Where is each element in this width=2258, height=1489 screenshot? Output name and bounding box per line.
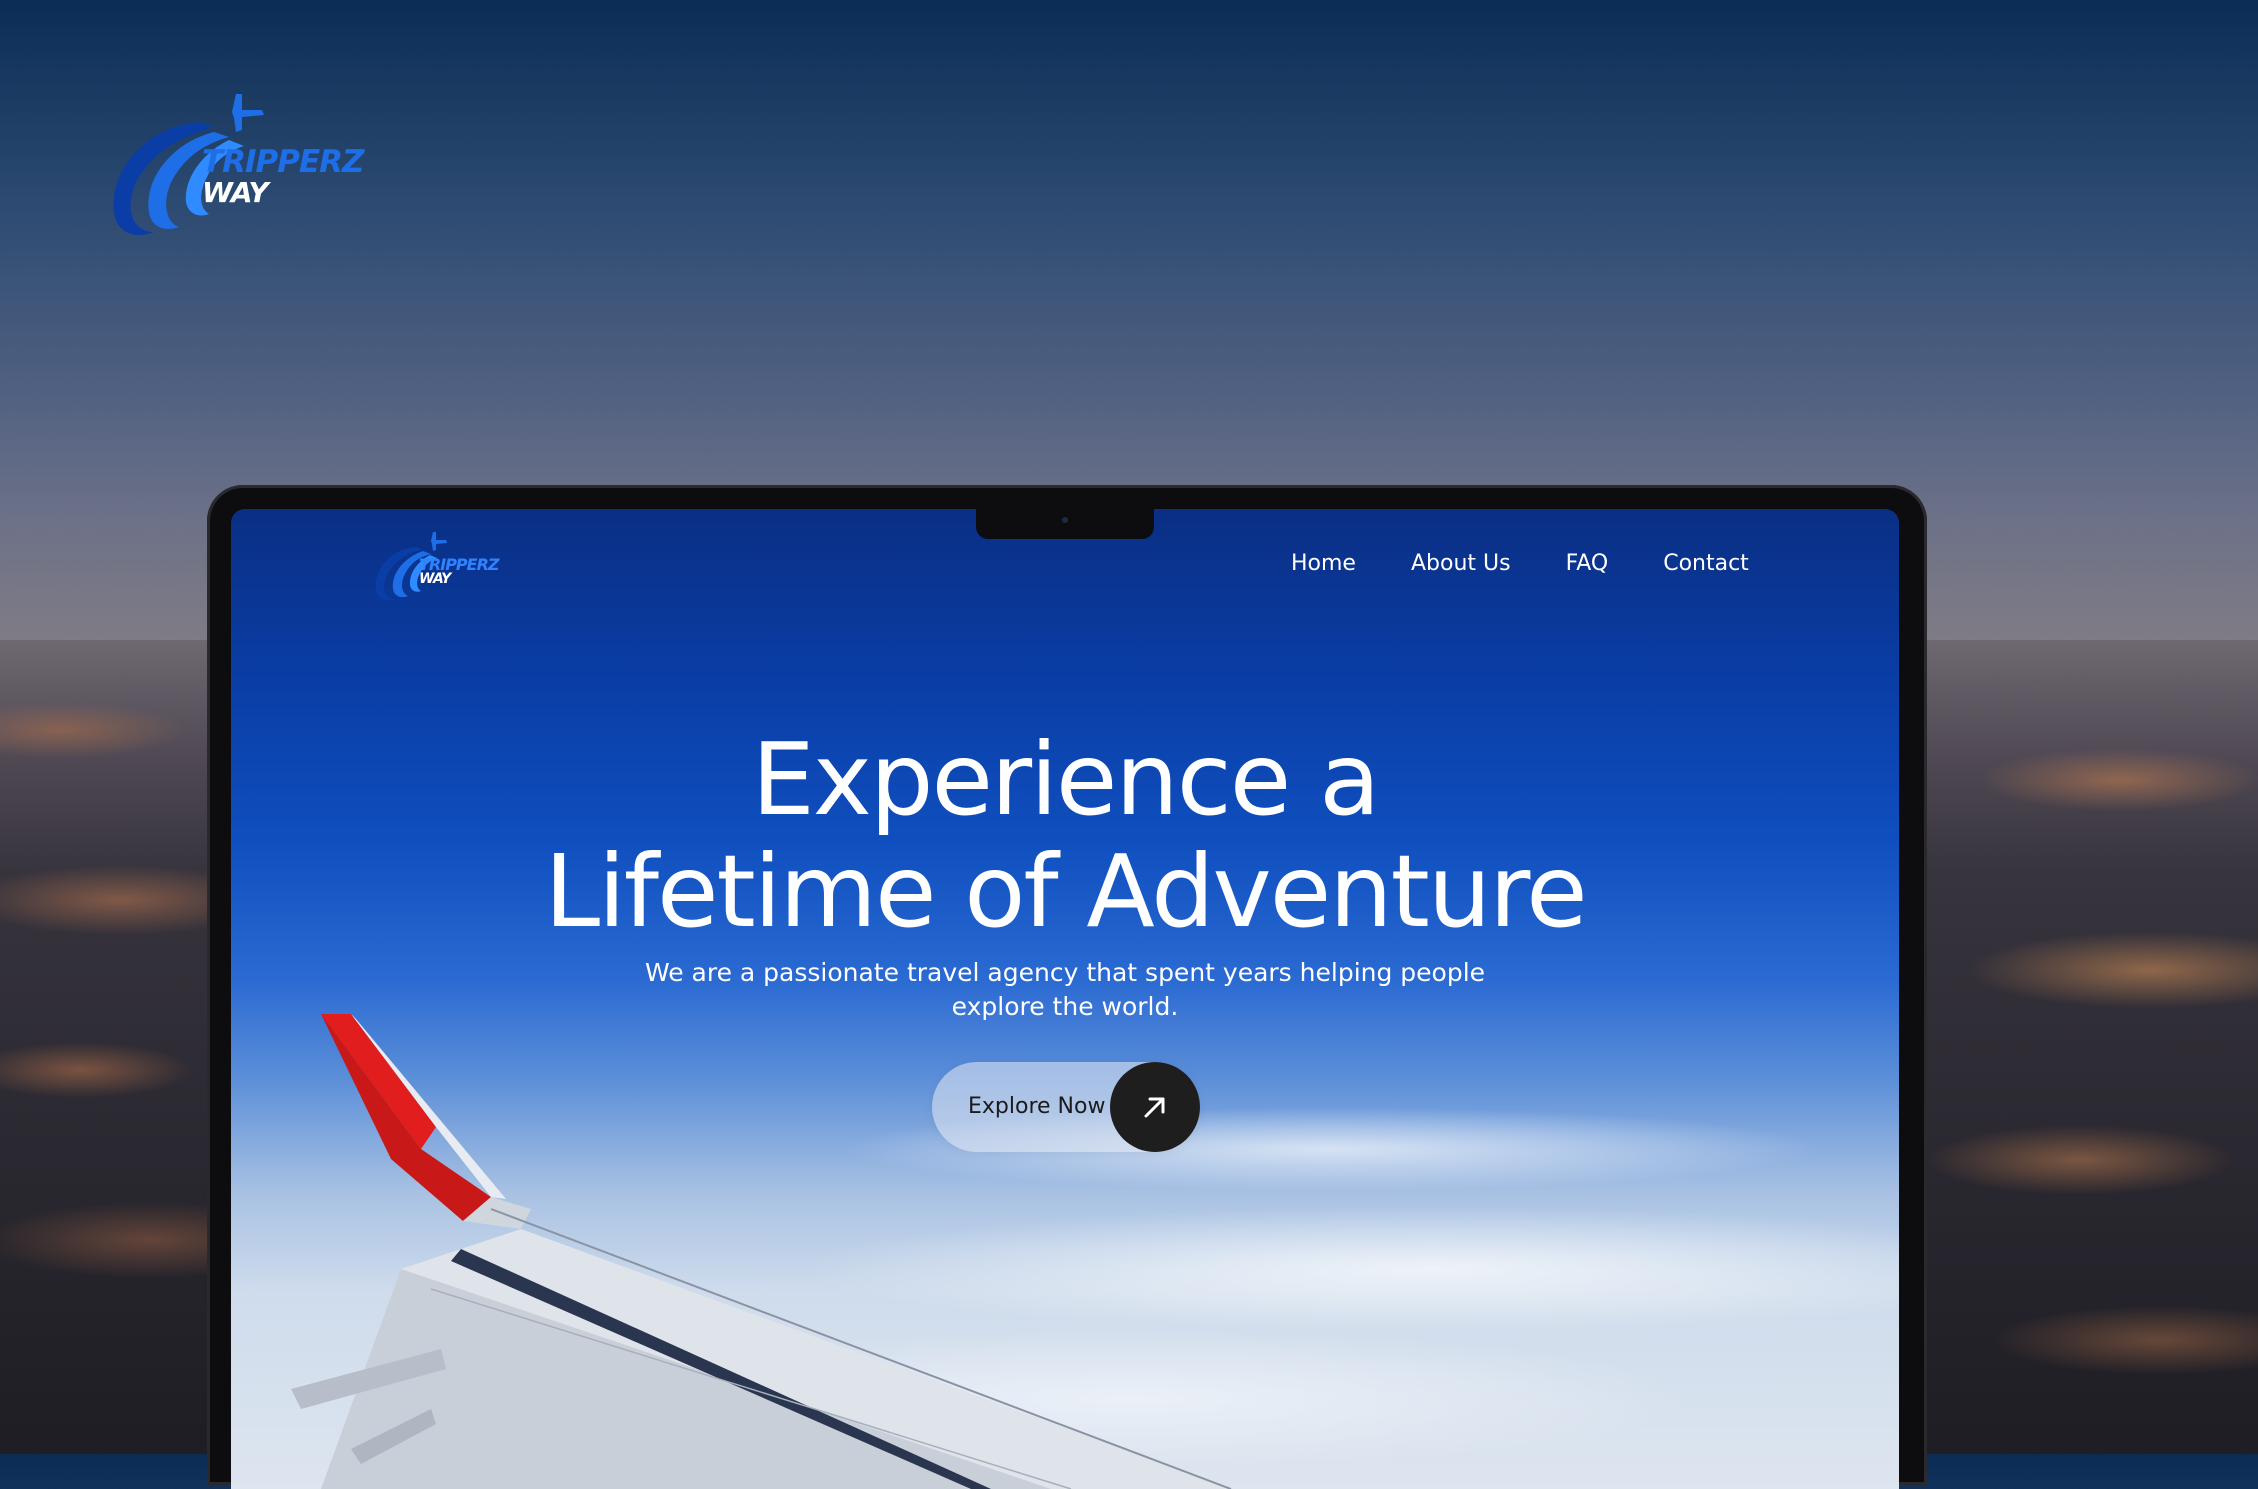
- hero-title: Experience a Lifetime of Adventure: [231, 724, 1899, 948]
- nav-about-us[interactable]: About Us: [1411, 551, 1511, 576]
- brand-logo-large: TRIPPERZ WAY: [104, 82, 365, 242]
- camera-notch: [976, 509, 1154, 539]
- brand-name-line1: TRIPPERZ: [202, 144, 365, 180]
- explore-now-button[interactable]: Explore Now: [932, 1062, 1200, 1152]
- laptop-screen: TRIPPERZ WAY Home About Us FAQ Contact E…: [231, 509, 1899, 1489]
- explore-now-label: Explore Now: [968, 1094, 1106, 1119]
- hero-subtitle-line1: We are a passionate travel agency that s…: [644, 958, 1486, 987]
- laptop-frame: TRIPPERZ WAY Home About Us FAQ Contact E…: [207, 485, 1927, 1489]
- arrow-up-right-icon: [1144, 1097, 1165, 1118]
- brand-name-line2: WAY: [202, 176, 269, 209]
- site-logo[interactable]: TRIPPERZ WAY: [371, 527, 501, 607]
- hero-subtitle: We are a passionate travel agency that s…: [231, 956, 1899, 1024]
- nav-faq[interactable]: FAQ: [1566, 551, 1609, 576]
- camera-icon: [1062, 517, 1068, 523]
- nav-home[interactable]: Home: [1291, 551, 1356, 576]
- hero-title-line2: Lifetime of Adventure: [544, 833, 1587, 950]
- hero-subtitle-line2: explore the world.: [951, 992, 1179, 1021]
- main-nav: Home About Us FAQ Contact: [1291, 551, 1749, 576]
- cta-arrow-circle[interactable]: [1110, 1062, 1200, 1152]
- brand-name-line2: WAY: [419, 571, 451, 587]
- hero-title-line1: Experience a: [751, 721, 1381, 838]
- nav-contact[interactable]: Contact: [1663, 551, 1749, 576]
